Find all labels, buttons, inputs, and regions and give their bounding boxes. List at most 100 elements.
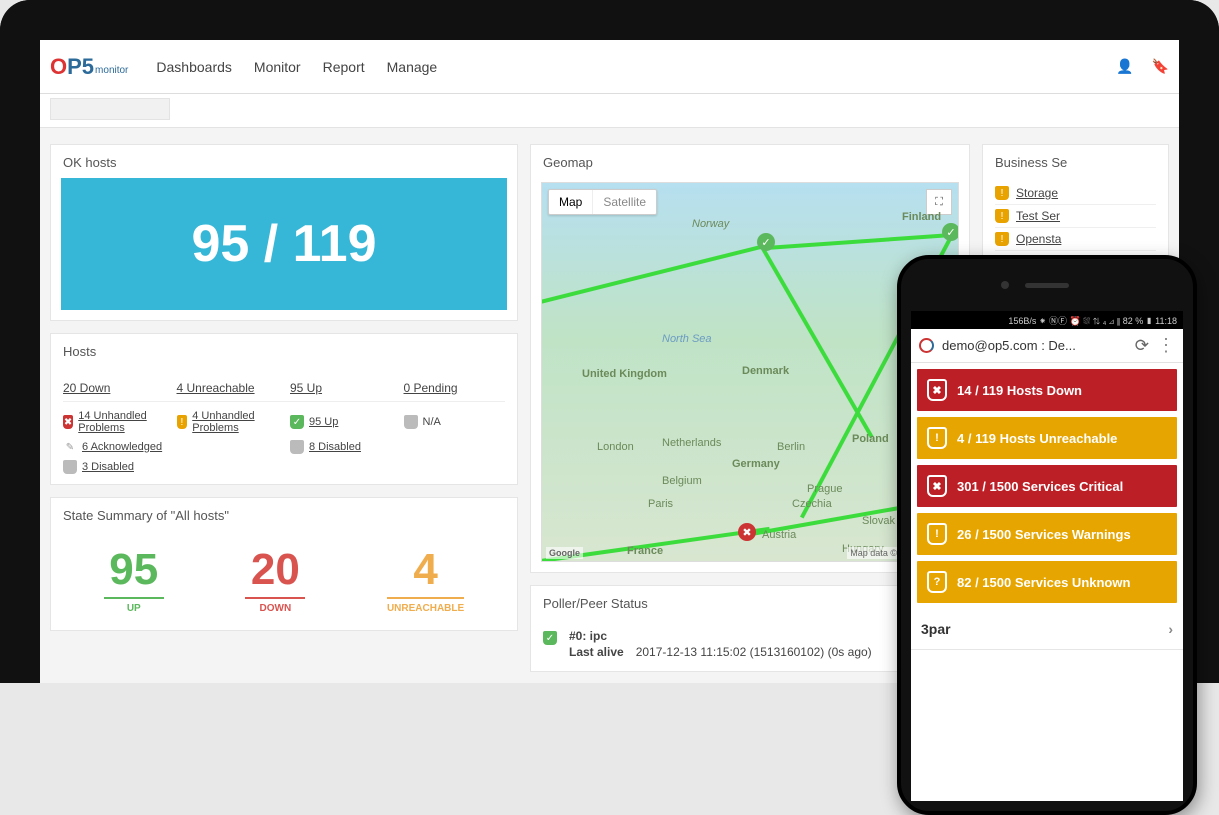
geomap-title: Geomap (531, 145, 969, 178)
nav-monitor[interactable]: Monitor (254, 59, 301, 75)
phone-alert-text: 4 / 119 Hosts Unreachable (957, 431, 1117, 446)
secondary-bar (40, 94, 1179, 128)
map-label: Slovak (862, 515, 895, 527)
user-icon[interactable]: 👤 (1116, 58, 1133, 75)
menu-dots-icon[interactable]: ⋮ (1157, 335, 1175, 356)
map-label: Poland (852, 433, 889, 445)
state-unr-num: 4 (387, 545, 464, 595)
phone-alert-card[interactable]: ? 82 / 1500 Services Unknown (917, 561, 1177, 603)
shield-icon: ? (927, 571, 947, 593)
unhandled14-link[interactable]: 14 Unhandled Problems (78, 410, 164, 434)
hosts-panel: Hosts 20 Down 4 Unreachable 95 Up 0 Pend… (50, 333, 518, 485)
hosts-title: Hosts (51, 334, 517, 367)
hosts-detail-grid: ✖ 14 Unhandled Problems ! 4 Unhandled Prob… (63, 402, 505, 474)
state-summary-title: State Summary of "All hosts" (51, 498, 517, 531)
shield-icon: ! (927, 427, 947, 449)
phone-alert-text: 301 / 1500 Services Critical (957, 479, 1123, 494)
state-up-num: 95 (104, 545, 164, 595)
state-down[interactable]: 20 DOWN (245, 545, 305, 616)
map-label: Prague (807, 483, 842, 495)
phone-alert-text: 14 / 119 Hosts Down (957, 383, 1082, 398)
state-down-num: 20 (245, 545, 305, 595)
ok-hosts-title: OK hosts (51, 145, 517, 178)
nav-dashboards[interactable]: Dashboards (156, 59, 232, 75)
hosts-pending-link[interactable]: 0 Pending (404, 381, 506, 395)
map-label: London (597, 441, 634, 453)
phone-url-text[interactable]: demo@op5.com : De... (942, 338, 1127, 353)
shield-grey-icon (290, 440, 304, 454)
map-label: Denmark (742, 365, 789, 377)
phone-alert-card[interactable]: !26 / 1500 Services Warnings (917, 513, 1177, 555)
state-up[interactable]: 95 UP (104, 545, 164, 616)
shield-yellow-icon: ! (995, 186, 1009, 200)
unhandled4-link[interactable]: 4 Unhandled Problems (192, 410, 278, 434)
phone-alert-card[interactable]: ✖14 / 119 Hosts Down (917, 369, 1177, 411)
phone-row-label: 3par (921, 621, 951, 637)
shield-grey-icon (404, 415, 418, 429)
logo-o: O (50, 54, 67, 79)
disabled8-link[interactable]: 8 Disabled (309, 441, 361, 453)
map-label: Austria (762, 529, 796, 541)
map-label: France (627, 545, 663, 557)
map-node-green[interactable]: ✓ (942, 223, 959, 241)
shield-green-icon: ✓ (290, 415, 304, 429)
shield-yellow-icon: ! (995, 232, 1009, 246)
phone-alert-card[interactable]: ✖ 301 / 1500 Services Critical (917, 465, 1177, 507)
logo[interactable]: OP5 monitor (50, 54, 128, 80)
map-node-red[interactable]: ✖ (738, 523, 756, 541)
shield-yellow-icon: ! (177, 415, 188, 429)
logo-p5: P5 (67, 54, 94, 79)
business-services-panel: Business Se ! Storage !Test Ser ! Opensta (982, 144, 1169, 256)
nav-report[interactable]: Report (323, 59, 365, 75)
business-item[interactable]: ! Storage (995, 182, 1156, 205)
map-google-attr: Google (546, 547, 583, 559)
business-link[interactable]: Opensta (1016, 232, 1061, 246)
hosts-summary-row: 20 Down 4 Unreachable 95 Up 0 Pending (63, 375, 505, 402)
phone-section-row[interactable]: 3par › (911, 609, 1183, 650)
phone-alert-card[interactable]: ! 4 / 119 Hosts Unreachable (917, 417, 1177, 459)
hosts-unreachable-link[interactable]: 4 Unreachable (177, 381, 279, 395)
business-link[interactable]: Test Ser (1016, 209, 1060, 223)
phone-screen: 156B/s ⁕ ⓃⒻ ⏰ ⛆ ⇅ ₄ ⊿ ⫴ 82 % ▮ 11:18 dem… (911, 311, 1183, 801)
nav-manage[interactable]: Manage (387, 59, 438, 75)
hosts-down-link[interactable]: 20 Down (63, 381, 165, 395)
map-type-map[interactable]: Map (549, 190, 592, 214)
business-item[interactable]: !Test Ser (995, 205, 1156, 228)
map-label: Belgium (662, 475, 702, 487)
map-label: Berlin (777, 441, 805, 453)
tag-icon[interactable]: 🔖 (1152, 58, 1169, 75)
ack6-link[interactable]: 6 Acknowledged (82, 441, 162, 453)
topbar-icons: 👤 🔖 (1116, 58, 1169, 75)
business-link[interactable]: Storage (1016, 186, 1058, 200)
map-label: Finland (902, 211, 941, 223)
map-label: Germany (732, 458, 780, 470)
tab-placeholder[interactable] (50, 98, 170, 120)
phone-camera (1001, 281, 1009, 289)
map-label: Netherlands (662, 437, 721, 449)
hosts-up-link[interactable]: 95 Up (290, 381, 392, 395)
browser-logo-icon (919, 338, 934, 353)
phone-frame: 156B/s ⁕ ⓃⒻ ⏰ ⛆ ⇅ ₄ ⊿ ⫴ 82 % ▮ 11:18 dem… (897, 255, 1197, 815)
business-title: Business Se (983, 145, 1168, 178)
state-down-label: DOWN (245, 597, 305, 614)
disabled3-link[interactable]: 3 Disabled (82, 461, 134, 473)
business-item[interactable]: ! Opensta (995, 228, 1156, 251)
poller-alive-label: Last alive (569, 645, 624, 659)
phone-url-bar: demo@op5.com : De... ⟳ ⋮ (911, 329, 1183, 363)
state-unr-label: UNREACHABLE (387, 597, 464, 614)
ok-hosts-value: 95 / 119 (61, 178, 507, 310)
refresh-icon[interactable]: ⟳ (1135, 336, 1149, 356)
map-label: Norway (692, 218, 729, 230)
poller-alive-value: 2017-12-13 11:15:02 (1513160102) (0s ago… (636, 645, 872, 659)
state-unreachable[interactable]: 4 UNREACHABLE (387, 545, 464, 616)
shield-red-icon: ✖ (63, 415, 73, 429)
phone-status-bar: 156B/s ⁕ ⓃⒻ ⏰ ⛆ ⇅ ₄ ⊿ ⫴ 82 % ▮ 11:18 (911, 311, 1183, 329)
phone-alert-text: 26 / 1500 Services Warnings (957, 527, 1131, 542)
map-node-green[interactable]: ✓ (757, 233, 775, 251)
phone-alert-text: 82 / 1500 Services Unknown (957, 575, 1130, 590)
map-type-satellite[interactable]: Satellite (592, 190, 656, 214)
up95-link[interactable]: 95 Up (309, 416, 338, 428)
map-type-controls: Map Satellite (548, 189, 657, 215)
shield-grey-icon (63, 460, 77, 474)
shield-icon: ✖ (927, 475, 947, 497)
